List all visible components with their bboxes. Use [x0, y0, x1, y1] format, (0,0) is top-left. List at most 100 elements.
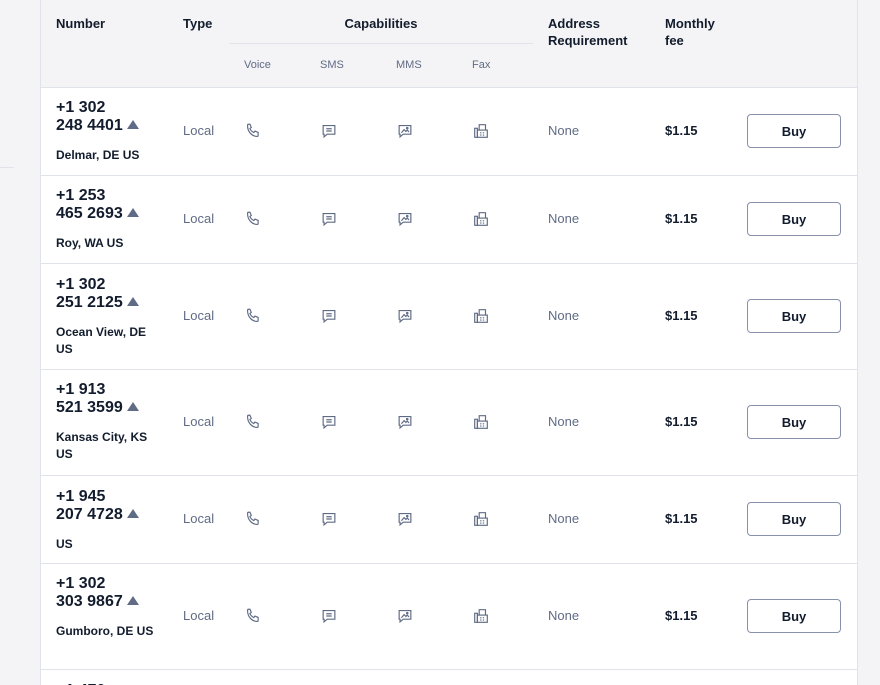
number-location: Delmar, DE US: [56, 148, 140, 162]
triangle-up-icon: [126, 297, 139, 306]
monthly-fee: $1.15: [665, 414, 698, 429]
table-row: +1 945 207 4728 US Local None $1.15 Buy: [41, 476, 857, 564]
fax-icon: [472, 210, 490, 228]
phone-number-line2-text: 248 4401: [56, 117, 123, 134]
phone-number: +1 302 303 9867: [56, 575, 139, 611]
column-header-voice: Voice: [244, 59, 271, 71]
fax-icon: [472, 307, 490, 325]
phone-number: +1 302 251 2125: [56, 276, 139, 312]
sidebar-divider: [0, 167, 14, 168]
table-row: +1 302 251 2125 Ocean View, DE US Local No…: [41, 264, 857, 370]
fee-header-line1: Monthly: [665, 16, 715, 31]
address-header-line1: Address: [548, 16, 601, 31]
address-requirement: None: [548, 511, 580, 526]
buy-button[interactable]: Buy: [747, 405, 841, 439]
address-requirement: None: [548, 211, 580, 226]
column-header-number: Number: [56, 16, 106, 31]
column-header-sms: SMS: [320, 59, 344, 71]
sms-icon: [320, 413, 338, 431]
table-row: +1 913 521 3599 Kansas City, KS US Local N…: [41, 370, 857, 476]
triangle-up-icon: [126, 509, 139, 518]
phone-number-line2: 207 4728: [56, 506, 139, 524]
mms-icon: [396, 210, 414, 228]
mms-icon: [396, 413, 414, 431]
phone-icon: [244, 510, 262, 528]
address-header-line2: Requirement: [548, 33, 628, 48]
buy-button[interactable]: Buy: [747, 299, 841, 333]
table-header: Number Type Capabilities Voice SMS MMS F…: [41, 0, 857, 88]
phone-number-line2: 521 3599: [56, 399, 139, 417]
fax-icon: [472, 510, 490, 528]
sms-icon: [320, 122, 338, 140]
number-type: Local: [183, 511, 215, 526]
triangle-up-icon: [126, 402, 139, 411]
buy-button[interactable]: Buy: [747, 502, 841, 536]
number-location: Gumboro, DE US: [56, 624, 154, 638]
number-location: Ocean View, DE US: [56, 325, 147, 356]
phone-number-line2-text: 465 2693: [56, 205, 123, 222]
triangle-up-icon: [126, 208, 139, 217]
mms-icon: [396, 607, 414, 625]
fax-icon: [472, 413, 490, 431]
address-requirement: None: [548, 608, 580, 623]
phone-number: +1 253 465 2693: [56, 187, 139, 223]
mms-icon: [396, 122, 414, 140]
monthly-fee: $1.15: [665, 511, 698, 526]
phone-number-line2-text: 251 2125: [56, 294, 123, 311]
phone-number-line2-text: 303 9867: [56, 593, 123, 610]
phone-icon: [244, 210, 262, 228]
column-header-mms: MMS: [396, 59, 422, 71]
capabilities-divider: [229, 43, 533, 44]
table-row: +1 253 465 2693 Roy, WA US Local None $1.15…: [41, 176, 857, 264]
phone-number-line2: 303 9867: [56, 593, 139, 611]
column-header-monthly-fee: Monthly fee: [665, 15, 715, 49]
phone-icon: [244, 307, 262, 325]
fax-icon: [472, 607, 490, 625]
address-requirement: None: [548, 123, 580, 138]
monthly-fee: $1.15: [665, 308, 698, 323]
phone-number-line1: +1 302: [56, 276, 106, 293]
phone-number-line2-text: 207 4728: [56, 506, 123, 523]
buy-button[interactable]: Buy: [747, 114, 841, 148]
sms-icon: [320, 307, 338, 325]
number-type: Local: [183, 414, 215, 429]
column-header-capabilities: Capabilities: [344, 16, 418, 31]
column-header-fax: Fax: [472, 59, 491, 71]
phone-number: +1 913 521 3599: [56, 381, 139, 417]
number-location: Kansas City, KS US: [56, 430, 148, 461]
phone-numbers-table: Number Type Capabilities Voice SMS MMS F…: [40, 0, 858, 685]
phone-number-line2: 465 2693: [56, 205, 139, 223]
phone-icon: [244, 413, 262, 431]
monthly-fee: $1.15: [665, 211, 698, 226]
phone-icon: [244, 122, 262, 140]
column-header-address-requirement: Address Requirement: [548, 15, 627, 49]
sms-icon: [320, 510, 338, 528]
fax-icon: [472, 122, 490, 140]
number-location: Roy, WA US: [56, 236, 124, 250]
number-type: Local: [183, 123, 215, 138]
number-type: Local: [183, 211, 215, 226]
phone-number-line1: +1 253: [56, 187, 106, 204]
phone-number-line2-text: 521 3599: [56, 399, 123, 416]
address-requirement: None: [548, 308, 580, 323]
buy-button[interactable]: Buy: [747, 202, 841, 236]
triangle-up-icon: [126, 596, 139, 605]
left-sidebar-edge: [0, 0, 20, 685]
phone-number: +1 945 207 4728: [56, 488, 139, 524]
sms-icon: [320, 210, 338, 228]
table-row: +1 302 303 9867 Gumboro, DE US Local None $…: [41, 564, 857, 670]
mms-icon: [396, 510, 414, 528]
buy-button[interactable]: Buy: [747, 599, 841, 633]
number-location: US: [56, 537, 73, 551]
table-row: +1 470: [41, 670, 857, 685]
phone-number: +1 302 248 4401: [56, 99, 139, 135]
number-type: Local: [183, 608, 215, 623]
phone-number-line1: +1 913: [56, 381, 106, 398]
phone-number-line2: 248 4401: [56, 117, 139, 135]
mms-icon: [396, 307, 414, 325]
monthly-fee: $1.15: [665, 123, 698, 138]
monthly-fee: $1.15: [665, 608, 698, 623]
phone-number-line2: 251 2125: [56, 294, 139, 312]
phone-icon: [244, 607, 262, 625]
triangle-up-icon: [126, 120, 139, 129]
